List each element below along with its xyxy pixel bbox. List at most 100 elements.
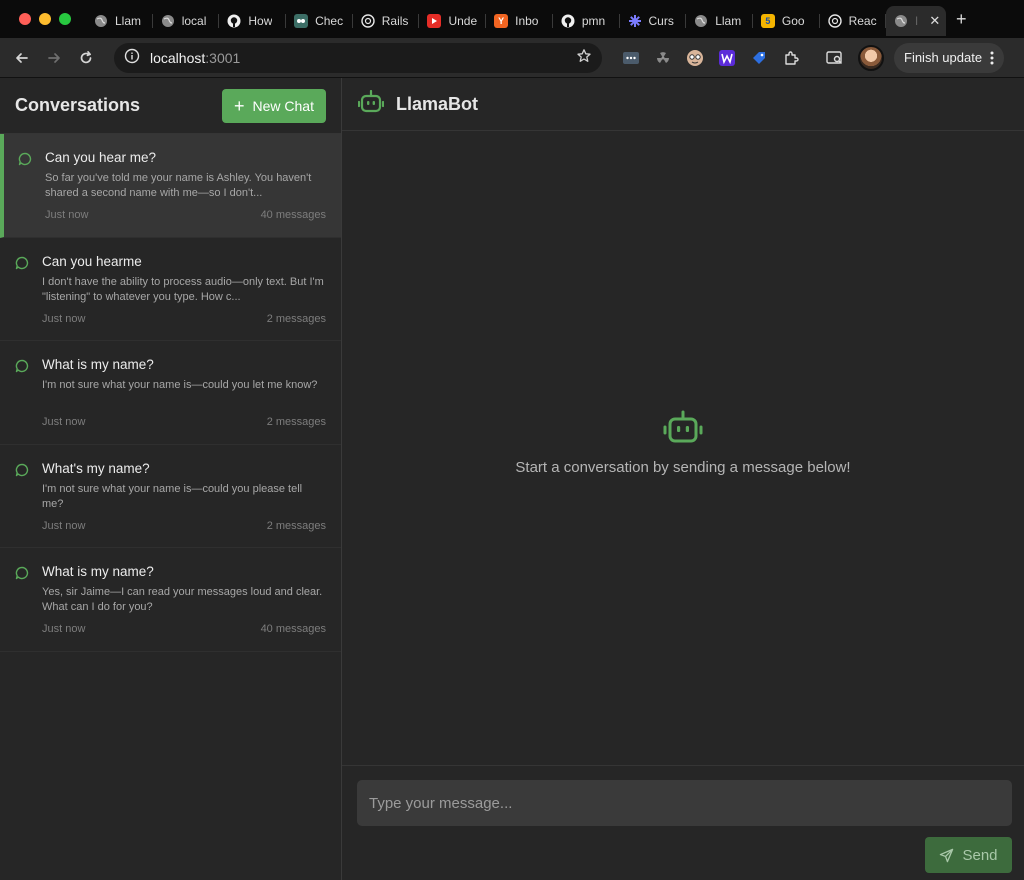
conversation-count: 2 messages	[266, 312, 326, 325]
google-icon: 5	[760, 14, 775, 28]
forward-button[interactable]	[40, 44, 68, 72]
extension-icon	[294, 14, 309, 28]
arrow-right-icon	[48, 52, 60, 63]
conversation-time: Just now	[45, 209, 89, 221]
chat-bubble-icon	[15, 564, 31, 651]
browser-tabs: Llam local How Chec Rails Unde Y Inbo pm	[86, 0, 976, 38]
conversation-item[interactable]: Can you hearme I don't have the ability …	[0, 238, 341, 342]
globe-icon	[694, 14, 708, 28]
reload-button[interactable]	[72, 44, 100, 72]
browser-tab[interactable]: Rails	[353, 6, 420, 36]
bookmark-star-icon[interactable]	[576, 48, 592, 67]
robot-icon	[357, 89, 385, 119]
cursor-icon	[628, 14, 642, 28]
globe-icon	[94, 14, 108, 28]
conversation-time: Just now	[42, 312, 86, 325]
finish-update-label: Finish update	[904, 50, 983, 65]
robot-icon	[663, 410, 703, 449]
browser-toolbar: localhost:3001 Finish update	[0, 38, 1024, 78]
extension-radiation-icon[interactable]	[652, 47, 674, 69]
browser-tab[interactable]: Reac	[820, 6, 887, 36]
conversation-item[interactable]: Can you hear me? So far you've told me y…	[0, 134, 341, 238]
conversation-item[interactable]: What is my name? Yes, sir Jaime—I can re…	[0, 548, 341, 652]
browser-tab[interactable]: local	[153, 6, 220, 36]
url-port: :3001	[205, 49, 241, 66]
browser-tab[interactable]: Llam	[686, 6, 753, 36]
openai-icon	[361, 14, 375, 28]
conversation-title: What's my name?	[42, 460, 150, 476]
globe-icon	[894, 14, 908, 28]
extensions-puzzle-icon[interactable]	[780, 47, 802, 69]
minimize-window-button[interactable]	[39, 13, 51, 25]
chat-bubble-icon	[15, 357, 31, 444]
message-input[interactable]	[357, 780, 1012, 826]
extension-face-icon[interactable]	[684, 47, 706, 69]
close-window-button[interactable]	[19, 13, 31, 25]
search-tabs-icon[interactable]	[824, 47, 846, 69]
browser-tab[interactable]: Curs	[620, 6, 687, 36]
empty-state-text: Start a conversation by sending a messag…	[515, 459, 851, 476]
browser-tab[interactable]: Y Inbo	[486, 6, 553, 36]
finish-update-button[interactable]: Finish update	[894, 42, 1005, 73]
browser-tabstrip: Llam local How Chec Rails Unde Y Inbo pm	[0, 0, 1024, 38]
ycombinator-icon: Y	[494, 14, 509, 28]
browser-tab[interactable]: pmn	[553, 6, 620, 36]
globe-icon	[161, 14, 175, 28]
new-tab-button[interactable]: +	[946, 9, 976, 30]
conversation-item[interactable]: What's my name? I'm not sure what your n…	[0, 445, 341, 549]
browser-tab[interactable]: 5 Goo	[753, 6, 820, 36]
conversation-count: 40 messages	[260, 209, 326, 221]
browser-tab-active[interactable]: l ✕	[886, 6, 947, 36]
messages-area: Start a conversation by sending a messag…	[342, 131, 1024, 765]
conversation-time: Just now	[42, 416, 86, 429]
chat-bubble-icon	[15, 461, 31, 548]
arrow-left-icon	[16, 52, 28, 63]
chat-main: LlamaBot Start a conversation by sending…	[342, 78, 1024, 880]
new-chat-button[interactable]: + New Chat	[222, 88, 326, 123]
conversation-preview: Yes, sir Jaime—I can read your messages …	[42, 586, 323, 614]
close-tab-icon[interactable]: ✕	[929, 13, 940, 29]
browser-tab[interactable]: Llam	[86, 6, 153, 36]
chat-title: LlamaBot	[396, 93, 479, 114]
chat-header: LlamaBot	[342, 78, 1024, 131]
browser-tab[interactable]: Chec	[286, 6, 353, 36]
sidebar-title: Conversations	[15, 95, 141, 115]
maximize-window-button[interactable]	[59, 13, 71, 25]
conversation-preview: I'm not sure what your name is—could you…	[42, 482, 303, 510]
more-vertical-icon	[990, 51, 994, 64]
github-icon	[227, 14, 241, 28]
extension-w-icon[interactable]	[716, 47, 738, 69]
conversation-title: What is my name?	[42, 564, 154, 580]
extension-dots-icon[interactable]	[620, 47, 642, 69]
extensions-area	[620, 47, 846, 69]
conversation-preview: I don't have the ability to process audi…	[42, 275, 324, 303]
browser-tab[interactable]: Unde	[419, 6, 486, 36]
conversations-sidebar: Conversations + New Chat Can you hear me…	[0, 78, 342, 880]
address-bar[interactable]: localhost:3001	[114, 42, 602, 73]
reload-icon	[80, 50, 92, 63]
window-controls	[0, 13, 86, 25]
youtube-icon	[427, 14, 442, 28]
sidebar-header: Conversations + New Chat	[0, 78, 341, 134]
new-chat-label: New Chat	[252, 97, 314, 114]
conversation-preview: So far you've told me your name is Ashle…	[45, 172, 312, 199]
browser-tab[interactable]: How	[219, 6, 286, 36]
extension-tag-icon[interactable]	[748, 47, 770, 69]
conversation-title: Can you hear me?	[45, 150, 157, 165]
conversation-preview: I'm not sure what your name is—could you…	[42, 379, 318, 392]
conversation-count: 40 messages	[260, 623, 326, 636]
conversation-count: 2 messages	[266, 416, 326, 429]
back-button[interactable]	[8, 44, 36, 72]
conversation-title: What is my name?	[42, 357, 154, 373]
send-button[interactable]: Send	[925, 837, 1012, 873]
conversation-item[interactable]: What is my name? I'm not sure what your …	[0, 341, 341, 445]
site-info-icon[interactable]	[124, 48, 140, 67]
chat-bubble-icon	[18, 150, 34, 237]
profile-avatar[interactable]	[858, 44, 884, 71]
conversation-title: Can you hearme	[42, 253, 142, 269]
url-host: localhost	[150, 49, 206, 66]
message-composer: Send	[342, 765, 1024, 880]
conversation-time: Just now	[42, 519, 86, 532]
send-label: Send	[962, 846, 998, 864]
github-icon	[561, 14, 575, 28]
